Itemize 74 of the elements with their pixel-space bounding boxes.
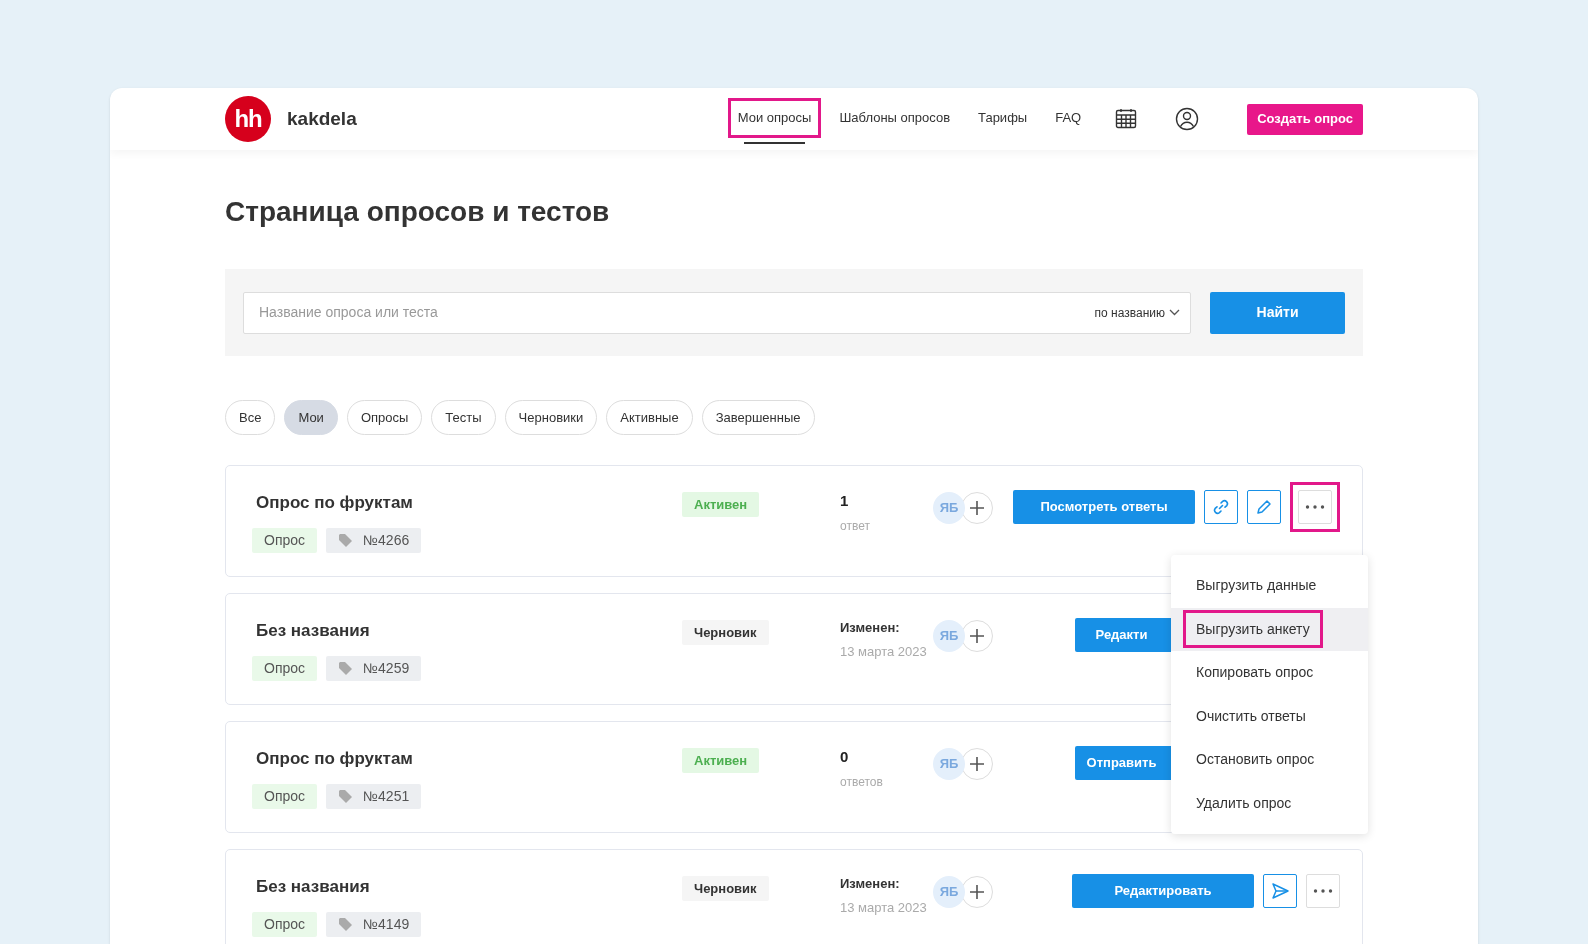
nav-link[interactable]: Мои опросы xyxy=(727,98,822,148)
survey-number-tag: №4266 xyxy=(326,527,422,553)
plus-icon xyxy=(969,628,985,644)
menu-item[interactable]: Очистить ответы xyxy=(1171,694,1368,738)
survey-title[interactable]: Опрос по фруктам xyxy=(252,746,682,772)
survey-number-tag: №4149 xyxy=(326,911,422,937)
survey-title[interactable]: Без названия xyxy=(252,874,682,900)
tag-icon xyxy=(338,916,354,932)
plus-icon xyxy=(969,884,985,900)
filter-chip[interactable]: Тесты xyxy=(431,400,496,435)
answer-caption: ответ xyxy=(840,517,871,535)
modified-label: Изменен: xyxy=(840,875,901,893)
modified-date: 13 марта 2023 xyxy=(840,642,928,661)
user-avatar: ЯБ xyxy=(933,620,965,652)
user-avatar: ЯБ xyxy=(933,748,965,780)
add-user-button[interactable] xyxy=(961,492,993,524)
survey-number-tag: №4259 xyxy=(326,655,422,681)
create-survey-button[interactable]: Создать опрос xyxy=(1247,103,1363,135)
user-avatar: ЯБ xyxy=(933,492,965,524)
menu-item[interactable]: Выгрузить данные xyxy=(1171,564,1368,608)
more-dots-icon xyxy=(1305,505,1325,509)
add-user-button[interactable] xyxy=(961,748,993,780)
modified-label: Изменен: xyxy=(840,619,901,637)
add-user-button[interactable] xyxy=(961,620,993,652)
menu-item[interactable]: Остановить опрос xyxy=(1171,738,1368,782)
user-avatar: ЯБ xyxy=(933,876,965,908)
menu-item[interactable]: Выгрузить анкету xyxy=(1171,607,1368,651)
menu-item[interactable]: Копировать опрос xyxy=(1171,651,1368,695)
search-field[interactable]: Название опроса или теста по названию xyxy=(243,291,1191,334)
survey-number-tag: №4251 xyxy=(326,783,422,809)
tag-icon xyxy=(338,660,354,676)
survey-type-tag: Опрос xyxy=(252,655,318,681)
survey-title[interactable]: Опрос по фруктам xyxy=(252,490,682,516)
answer-count: 1 xyxy=(840,491,850,511)
edit-button[interactable] xyxy=(1247,490,1281,524)
send-button[interactable] xyxy=(1263,874,1297,908)
answer-count: 0 xyxy=(840,747,850,767)
paper-plane-icon xyxy=(1270,881,1290,901)
plus-icon xyxy=(969,756,985,772)
status-badge: Активен xyxy=(682,492,760,518)
plus-icon xyxy=(969,500,985,516)
status-badge: Активен xyxy=(682,748,760,774)
logo[interactable]: hh xyxy=(225,96,271,142)
nav-link[interactable]: Шаблоны опросов xyxy=(829,98,961,148)
modified-date: 13 марта 2023 xyxy=(840,898,928,917)
more-dots-icon xyxy=(1313,889,1333,893)
survey-title[interactable]: Без названия xyxy=(252,618,682,644)
chevron-down-icon xyxy=(1169,309,1180,316)
sort-dropdown[interactable]: по названию xyxy=(1094,303,1180,322)
filter-chip[interactable]: Опросы xyxy=(346,400,423,435)
survey-type-tag: Опрос xyxy=(252,783,318,809)
brand-name: kakdela xyxy=(287,106,357,131)
link-icon xyxy=(1211,497,1231,517)
filter-chip[interactable]: Завершенные xyxy=(701,400,815,435)
more-button[interactable] xyxy=(1290,482,1340,532)
tag-icon xyxy=(338,532,354,548)
profile-icon[interactable] xyxy=(1175,107,1200,131)
page-title: Страница опросов и тестов xyxy=(225,195,611,226)
answer-caption: ответов xyxy=(840,773,884,791)
status-badge: Черновик xyxy=(682,876,769,902)
status-badge: Черновик xyxy=(682,620,769,646)
tag-icon xyxy=(338,788,354,804)
copy-link-button[interactable] xyxy=(1204,490,1238,524)
add-user-button[interactable] xyxy=(961,876,993,908)
filter-chip[interactable]: Все xyxy=(225,400,276,435)
pencil-icon xyxy=(1255,498,1273,516)
survey-type-tag: Опрос xyxy=(252,527,318,553)
nav-link[interactable]: FAQ xyxy=(1045,98,1092,148)
survey-type-tag: Опрос xyxy=(252,911,318,937)
nav-link[interactable]: Тарифы xyxy=(968,98,1038,148)
filter-chip[interactable]: Черновики xyxy=(504,400,598,435)
filter-chip[interactable]: Мои xyxy=(284,400,338,435)
filter-chip[interactable]: Активные xyxy=(606,400,693,435)
menu-item[interactable]: Удалить опрос xyxy=(1171,781,1368,825)
